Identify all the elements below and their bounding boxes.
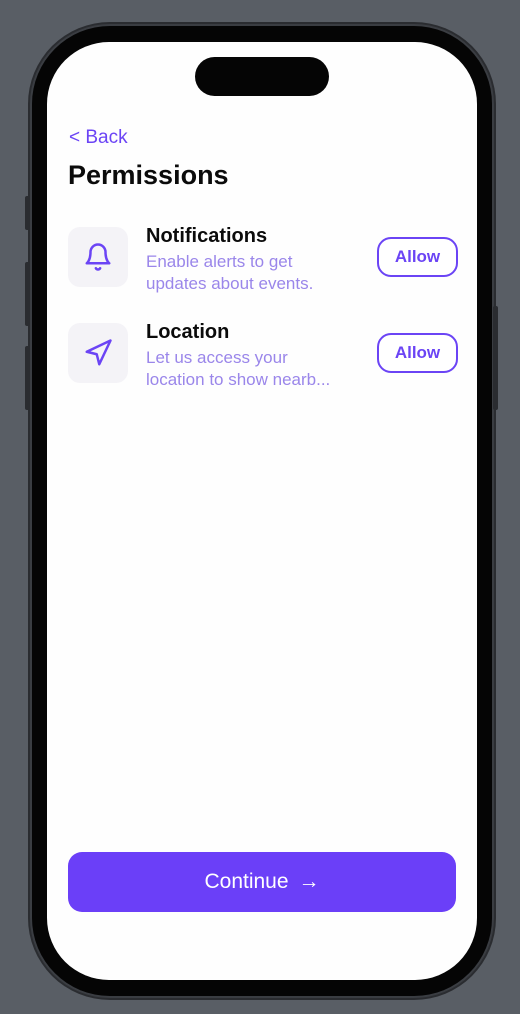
page-title: Permissions <box>68 160 229 190</box>
screen: < Back Permissions Notifications Enable … <box>47 42 477 980</box>
continue-label: Continue <box>204 870 289 893</box>
navigation-arrow-icon <box>85 339 112 366</box>
back-button[interactable]: < Back <box>69 127 128 149</box>
permission-row-location: Location Let us access your location to … <box>68 321 458 393</box>
dynamic-island <box>195 57 329 96</box>
notifications-icon-tile <box>68 227 128 287</box>
power-button <box>493 306 498 410</box>
mute-switch <box>25 196 30 230</box>
arrow-right-icon: → <box>298 870 320 893</box>
continue-button[interactable]: Continue → <box>68 852 456 912</box>
allow-notifications-button[interactable]: Allow <box>377 237 458 277</box>
permission-title: Location <box>146 321 230 343</box>
volume-down-button <box>25 346 30 410</box>
permission-title: Notifications <box>146 225 268 247</box>
allow-location-button[interactable]: Allow <box>377 333 458 373</box>
volume-up-button <box>25 262 30 326</box>
bell-icon <box>85 243 111 271</box>
permission-row-notifications: Notifications Enable alerts to get updat… <box>68 225 458 297</box>
permission-description: Let us access your location to show near… <box>146 348 331 389</box>
location-icon-tile <box>68 323 128 383</box>
permission-description: Enable alerts to get updates about event… <box>146 252 314 293</box>
